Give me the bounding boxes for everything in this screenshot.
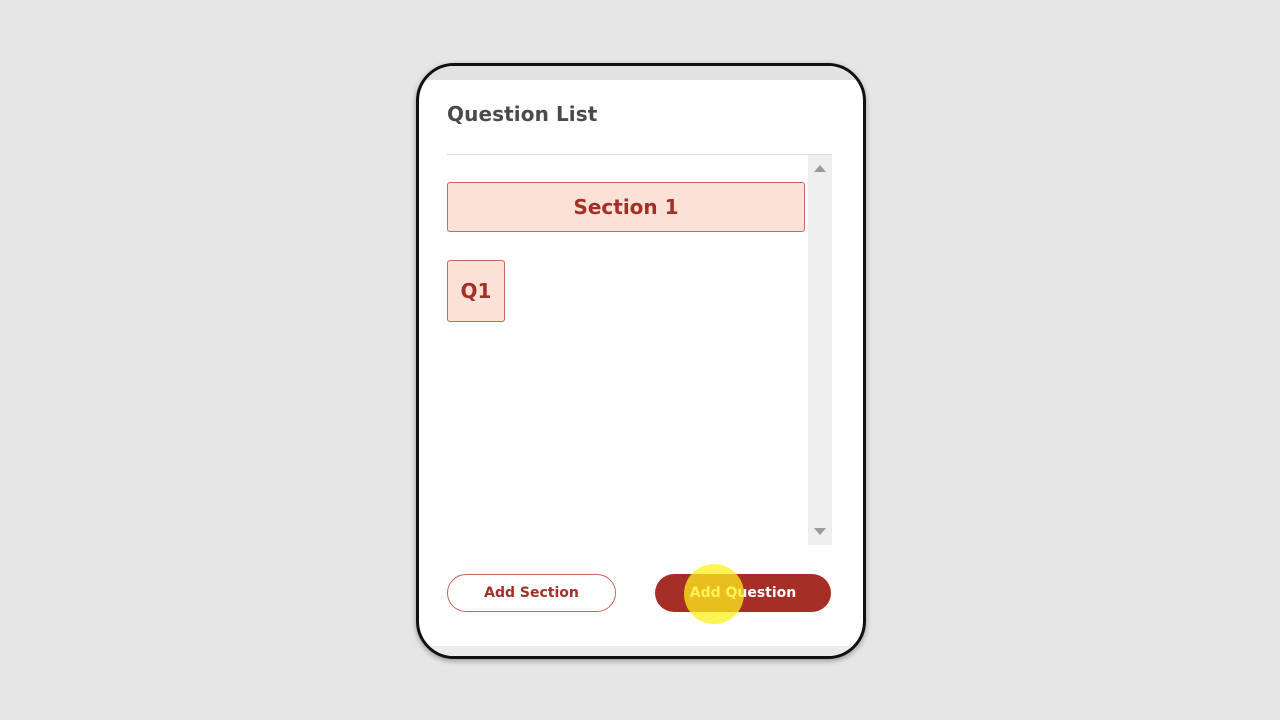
- question-list-panel: Question List Section 1 Q1 Add Section A…: [416, 63, 866, 659]
- add-question-button[interactable]: Add Question: [655, 574, 831, 612]
- section-header[interactable]: Section 1: [447, 182, 805, 232]
- scroll-down-icon[interactable]: [814, 528, 826, 535]
- add-section-button[interactable]: Add Section: [447, 574, 616, 612]
- panel-top-edge: [419, 66, 863, 80]
- panel-bottom-edge: [419, 646, 863, 656]
- question-list-scroll-area[interactable]: Section 1 Q1: [447, 154, 832, 547]
- question-tile[interactable]: Q1: [447, 260, 505, 322]
- panel-title: Question List: [447, 102, 598, 126]
- scroll-up-icon[interactable]: [814, 165, 826, 172]
- vertical-scrollbar[interactable]: [808, 155, 832, 545]
